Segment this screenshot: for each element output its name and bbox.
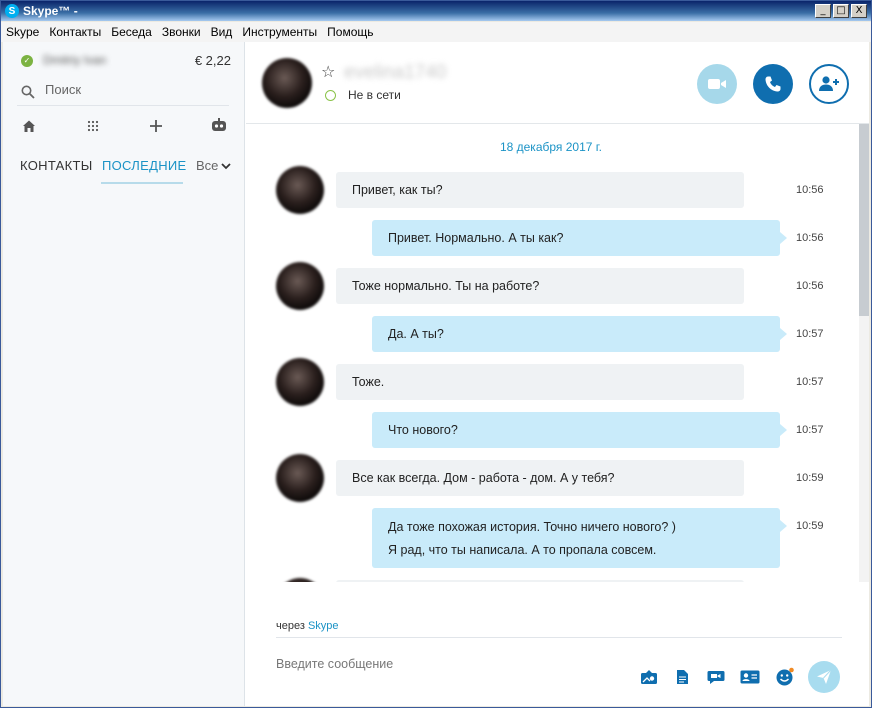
incoming-message[interactable]: Тоже. — [336, 364, 744, 400]
menu-calls[interactable]: Звонки — [157, 25, 206, 39]
menu-skype[interactable]: Skype — [1, 25, 44, 39]
outgoing-message[interactable]: Да тоже похожая история. Точно ничего но… — [372, 508, 787, 568]
message-text: Все как всегда. Дом - работа - дом. А у … — [352, 471, 615, 485]
search-box[interactable]: Поиск — [17, 82, 229, 106]
video-message-icon[interactable] — [706, 668, 726, 686]
bot-icon[interactable] — [207, 114, 231, 138]
conversation-header: ☆ evelina1740 Не в сети — [246, 42, 869, 124]
window-title: Skype™ - — [23, 4, 78, 18]
outgoing-message[interactable]: Что нового? — [372, 412, 787, 448]
add-icon[interactable] — [144, 114, 168, 138]
filter-dropdown[interactable]: Все — [196, 158, 232, 173]
message-time: 10:57 — [796, 424, 824, 436]
message-text: Тоже нормально. Ты на работе? — [352, 279, 540, 293]
contact-avatar[interactable] — [262, 58, 312, 108]
sender-avatar[interactable] — [276, 262, 324, 310]
tab-recent[interactable]: ПОСЛЕДНИЕ — [102, 158, 187, 173]
date-separator: 18 декабря 2017 г. — [499, 140, 603, 154]
audio-call-button[interactable] — [753, 64, 793, 104]
message-time: 10:57 — [796, 328, 824, 340]
phone-icon — [765, 76, 781, 92]
incoming-message[interactable]: Тоже нормально. Ты на работе? — [336, 268, 744, 304]
title-bar[interactable]: S Skype™ - _ □ X — [1, 1, 871, 21]
message-history[interactable]: 18 декабря 2017 г. Привет, как ты? 10:56… — [246, 124, 856, 582]
scrollbar-thumb[interactable] — [859, 124, 869, 316]
send-media-icon[interactable] — [640, 668, 658, 686]
contact-name[interactable]: evelina1740 — [344, 62, 446, 84]
message-time: 10:56 — [796, 232, 824, 244]
message-time: 10:56 — [796, 280, 824, 292]
menu-view[interactable]: Вид — [206, 25, 238, 39]
menu-conversation[interactable]: Беседа — [106, 25, 157, 39]
filter-label: Все — [196, 158, 219, 173]
message-text: Привет, как ты? — [352, 183, 443, 197]
incoming-message[interactable]: Все как всегда. Дом - работа - дом. А у … — [336, 460, 744, 496]
add-people-button[interactable] — [809, 64, 849, 104]
search-icon — [21, 85, 35, 99]
incoming-message[interactable]: Привет, как ты? — [336, 172, 744, 208]
active-tab-indicator — [101, 182, 183, 184]
via-skype-link[interactable]: Skype — [308, 620, 339, 632]
message-time: 10:59 — [796, 472, 824, 484]
message-text: Я рад, что ты написала. А то пропала сов… — [388, 542, 657, 557]
send-button[interactable] — [808, 661, 840, 693]
outgoing-message[interactable]: Да. А ты? — [372, 316, 787, 352]
sidebar-toolbar — [3, 114, 245, 138]
search-input[interactable]: Поиск — [45, 82, 81, 97]
home-icon[interactable] — [17, 114, 41, 138]
skype-logo-icon: S — [5, 4, 19, 18]
favorite-star-icon[interactable]: ☆ — [321, 62, 335, 81]
video-call-button[interactable] — [697, 64, 737, 104]
message-text: Что нового? — [388, 423, 458, 437]
message-input[interactable]: Введите сообщение — [276, 657, 393, 671]
message-text: Тоже. — [352, 375, 385, 389]
client-area: ✓ Dmitriy Ivan € 2,22 Поиск КОНТАКТЫ ПОС… — [3, 42, 869, 706]
contact-status: Не в сети — [348, 88, 401, 102]
profile-name[interactable]: Dmitriy Ivan — [43, 53, 106, 67]
via-skype-label: через Skype — [276, 620, 339, 632]
video-camera-icon — [708, 79, 726, 89]
online-status-icon: ✓ — [21, 55, 33, 67]
profile-bar[interactable]: ✓ Dmitriy Ivan € 2,22 — [3, 42, 245, 80]
message-time: 10:56 — [796, 184, 824, 196]
send-contacts-icon[interactable] — [740, 668, 760, 686]
chevron-down-icon — [221, 163, 232, 170]
message-text: Привет. Нормально. А ты как? — [388, 231, 564, 245]
sidebar: ✓ Dmitriy Ivan € 2,22 Поиск КОНТАКТЫ ПОС… — [3, 42, 245, 706]
contact-tabs: КОНТАКТЫ ПОСЛЕДНИЕ Все — [3, 154, 245, 184]
maximize-button[interactable]: □ — [833, 4, 849, 18]
message-time: 10:59 — [796, 520, 824, 532]
message-time: 10:57 — [796, 376, 824, 388]
outgoing-message[interactable]: Привет. Нормально. А ты как? — [372, 220, 787, 256]
dialpad-icon[interactable] — [81, 114, 105, 138]
skype-credit[interactable]: € 2,22 — [195, 53, 231, 68]
emoticon-icon[interactable] — [775, 667, 795, 686]
sender-avatar[interactable] — [276, 166, 324, 214]
message-text: Да. А ты? — [388, 327, 444, 341]
send-icon — [817, 669, 832, 684]
menu-contacts[interactable]: Контакты — [44, 25, 106, 39]
offline-status-icon — [325, 90, 336, 101]
menu-tools[interactable]: Инструменты — [237, 25, 322, 39]
add-person-icon — [819, 76, 839, 91]
composer-divider — [276, 637, 842, 638]
scrollbar[interactable] — [859, 124, 869, 582]
conversation-pane: ☆ evelina1740 Не в сети 18 декабря 2017 … — [246, 42, 869, 706]
tab-contacts[interactable]: КОНТАКТЫ — [20, 158, 93, 173]
sender-avatar[interactable] — [276, 454, 324, 502]
send-file-icon[interactable] — [675, 668, 689, 686]
minimize-button[interactable]: _ — [815, 4, 831, 18]
skype-window: S Skype™ - _ □ X Skype Контакты Беседа З… — [0, 0, 872, 708]
close-button[interactable]: X — [851, 4, 867, 18]
sender-avatar[interactable] — [276, 358, 324, 406]
via-prefix: через — [276, 620, 305, 632]
message-composer: через Skype Введите сообщение — [246, 582, 869, 706]
menu-bar: Skype Контакты Беседа Звонки Вид Инструм… — [1, 22, 871, 42]
message-text: Да тоже похожая история. Точно ничего но… — [388, 519, 676, 534]
menu-help[interactable]: Помощь — [322, 25, 378, 39]
